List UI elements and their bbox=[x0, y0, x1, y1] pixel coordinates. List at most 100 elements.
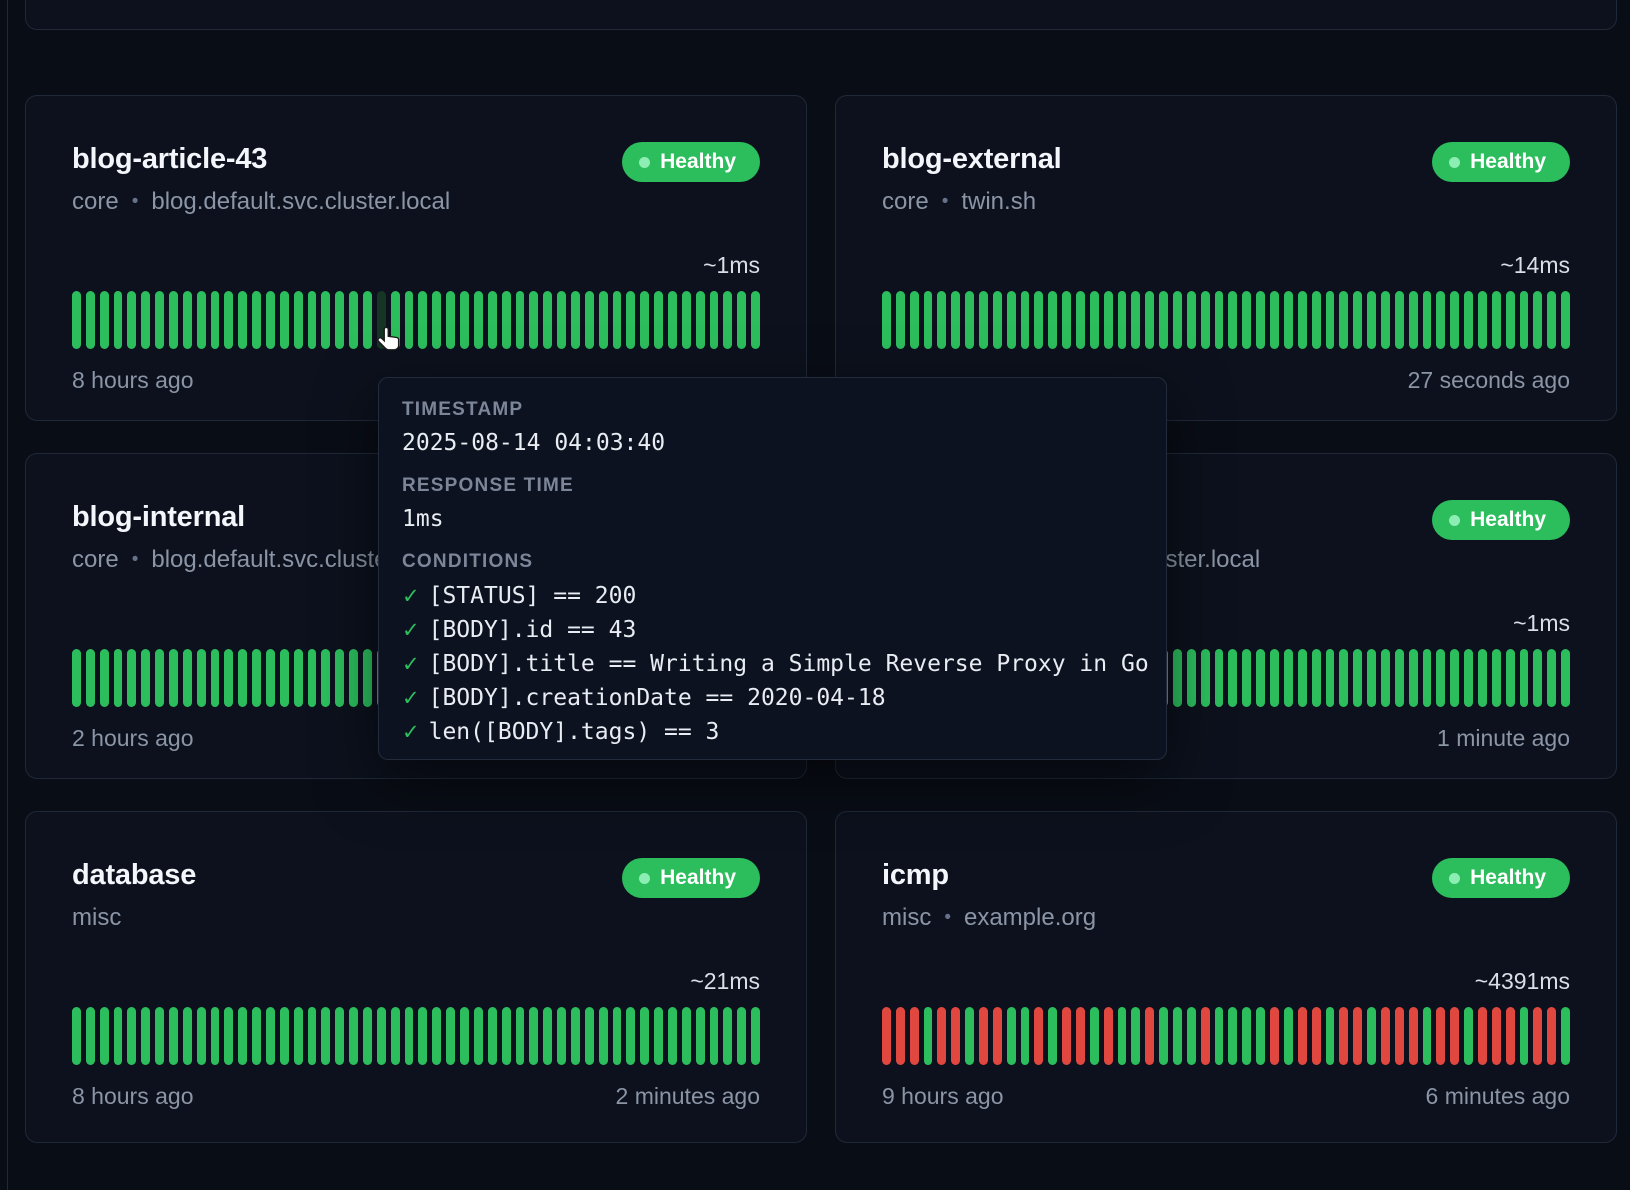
status-bar[interactable] bbox=[349, 291, 358, 349]
status-bar[interactable] bbox=[1076, 1007, 1085, 1065]
status-bar[interactable] bbox=[1381, 1007, 1390, 1065]
status-bar[interactable] bbox=[488, 291, 497, 349]
status-bar[interactable] bbox=[363, 1007, 372, 1065]
status-bar[interactable] bbox=[1034, 291, 1043, 349]
status-bar[interactable] bbox=[529, 291, 538, 349]
status-bar[interactable] bbox=[1547, 1007, 1556, 1065]
status-bar[interactable] bbox=[1533, 649, 1542, 707]
status-bar[interactable] bbox=[1409, 1007, 1418, 1065]
status-bar[interactable] bbox=[238, 649, 247, 707]
status-bar[interactable] bbox=[460, 1007, 469, 1065]
status-bar[interactable] bbox=[1478, 1007, 1487, 1065]
status-bar[interactable] bbox=[668, 1007, 677, 1065]
status-bar[interactable] bbox=[1284, 291, 1293, 349]
status-bar[interactable] bbox=[1118, 291, 1127, 349]
status-bar[interactable] bbox=[405, 1007, 414, 1065]
status-bar[interactable] bbox=[654, 291, 663, 349]
status-bar[interactable] bbox=[1506, 649, 1515, 707]
status-bar[interactable] bbox=[613, 291, 622, 349]
status-bar[interactable] bbox=[682, 291, 691, 349]
status-bar[interactable] bbox=[335, 1007, 344, 1065]
status-bar[interactable] bbox=[1118, 1007, 1127, 1065]
status-bar[interactable] bbox=[710, 1007, 719, 1065]
status-bar[interactable] bbox=[1187, 649, 1196, 707]
status-bar[interactable] bbox=[363, 291, 372, 349]
status-bar[interactable] bbox=[516, 291, 525, 349]
status-bar[interactable] bbox=[1326, 649, 1335, 707]
status-bar[interactable] bbox=[211, 291, 220, 349]
status-bar[interactable] bbox=[252, 649, 261, 707]
status-bar[interactable] bbox=[391, 1007, 400, 1065]
status-bar[interactable] bbox=[280, 649, 289, 707]
status-bar[interactable] bbox=[1173, 291, 1182, 349]
status-bar[interactable] bbox=[1353, 649, 1362, 707]
status-bar[interactable] bbox=[1464, 1007, 1473, 1065]
status-bar[interactable] bbox=[1506, 1007, 1515, 1065]
status-bar[interactable] bbox=[197, 649, 206, 707]
status-bar[interactable] bbox=[1381, 649, 1390, 707]
status-bar[interactable] bbox=[1353, 291, 1362, 349]
status-bar[interactable] bbox=[1423, 649, 1432, 707]
status-bar[interactable] bbox=[321, 1007, 330, 1065]
status-bar[interactable] bbox=[252, 1007, 261, 1065]
status-bar[interactable] bbox=[1464, 649, 1473, 707]
status-bar[interactable] bbox=[169, 291, 178, 349]
status-bar[interactable] bbox=[924, 1007, 933, 1065]
status-bar[interactable] bbox=[1409, 649, 1418, 707]
status-bar[interactable] bbox=[1339, 291, 1348, 349]
status-bar[interactable] bbox=[1159, 1007, 1168, 1065]
status-bar[interactable] bbox=[100, 1007, 109, 1065]
status-bar[interactable] bbox=[668, 291, 677, 349]
status-bar[interactable] bbox=[100, 649, 109, 707]
status-bar[interactable] bbox=[1242, 1007, 1251, 1065]
status-bar[interactable] bbox=[529, 1007, 538, 1065]
status-bar[interactable] bbox=[1104, 291, 1113, 349]
status-bar[interactable] bbox=[696, 291, 705, 349]
status-bar[interactable] bbox=[183, 291, 192, 349]
status-bar[interactable] bbox=[1284, 649, 1293, 707]
status-bar[interactable] bbox=[502, 291, 511, 349]
status-bar[interactable] bbox=[910, 291, 919, 349]
status-bar[interactable] bbox=[321, 291, 330, 349]
status-bar[interactable] bbox=[1215, 291, 1224, 349]
status-bar[interactable] bbox=[1423, 1007, 1432, 1065]
status-bar[interactable] bbox=[710, 291, 719, 349]
status-bar[interactable] bbox=[294, 291, 303, 349]
status-bar[interactable] bbox=[141, 649, 150, 707]
status-bar[interactable] bbox=[1450, 1007, 1459, 1065]
status-bar[interactable] bbox=[557, 1007, 566, 1065]
status-bar[interactable] bbox=[1242, 649, 1251, 707]
status-bar[interactable] bbox=[1367, 1007, 1376, 1065]
status-bar[interactable] bbox=[1339, 1007, 1348, 1065]
status-bar[interactable] bbox=[640, 291, 649, 349]
status-bar[interactable] bbox=[1464, 291, 1473, 349]
status-bar[interactable] bbox=[1270, 291, 1279, 349]
status-bar[interactable] bbox=[155, 291, 164, 349]
status-bar[interactable] bbox=[460, 291, 469, 349]
status-bar[interactable] bbox=[1145, 1007, 1154, 1065]
status-bar[interactable] bbox=[294, 1007, 303, 1065]
status-bar[interactable] bbox=[1298, 291, 1307, 349]
status-bar[interactable] bbox=[1520, 291, 1529, 349]
status-bar[interactable] bbox=[488, 1007, 497, 1065]
status-bar[interactable] bbox=[1478, 649, 1487, 707]
status-bar[interactable] bbox=[238, 1007, 247, 1065]
status-bar[interactable] bbox=[1492, 291, 1501, 349]
status-bar[interactable] bbox=[1284, 1007, 1293, 1065]
status-bar[interactable] bbox=[979, 291, 988, 349]
status-bar[interactable] bbox=[1561, 291, 1570, 349]
status-bar[interactable] bbox=[474, 1007, 483, 1065]
status-bar[interactable] bbox=[1173, 1007, 1182, 1065]
status-bar[interactable] bbox=[1090, 291, 1099, 349]
status-bar[interactable] bbox=[1423, 291, 1432, 349]
status-bar[interactable] bbox=[294, 649, 303, 707]
status-bar[interactable] bbox=[1409, 291, 1418, 349]
status-bar[interactable] bbox=[1007, 1007, 1016, 1065]
status-bar[interactable] bbox=[446, 1007, 455, 1065]
status-bar[interactable] bbox=[1270, 1007, 1279, 1065]
status-bar[interactable] bbox=[1298, 649, 1307, 707]
status-bar[interactable] bbox=[951, 1007, 960, 1065]
status-bar[interactable] bbox=[252, 291, 261, 349]
status-bar[interactable] bbox=[1131, 291, 1140, 349]
status-bar[interactable] bbox=[682, 1007, 691, 1065]
